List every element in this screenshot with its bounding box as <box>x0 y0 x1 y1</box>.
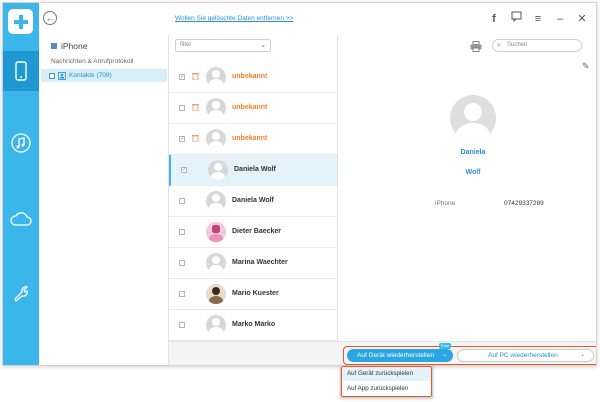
free-badge: Free <box>439 343 452 349</box>
menu-icon[interactable]: ≡ <box>532 12 544 26</box>
topbar: ← Wollen Sie gelöschte Daten entfernen >… <box>39 3 596 35</box>
contact-name: Marina Waechter <box>232 259 288 266</box>
contact-avatar-icon <box>208 160 228 180</box>
contacts-checkbox[interactable] <box>49 72 55 79</box>
sidebar-cloud[interactable] <box>3 199 39 239</box>
contact-name: unbekannt <box>232 73 268 80</box>
phone-label: iPhone <box>435 200 456 207</box>
chevron-down-icon: ⌄ <box>260 42 266 49</box>
row-checkbox[interactable] <box>179 105 185 111</box>
contact-avatar-icon <box>206 284 226 304</box>
contact-list-panel: filter ⌄ ✓ unbekannt unbekannt ✓ unbekannt ✓ D… <box>169 35 337 341</box>
restore-to-pc-button[interactable]: Auf PC wiederherstellen ⌄ <box>457 349 594 362</box>
contact-name: Daniela Wolf <box>232 197 274 204</box>
contact-rows: ✓ unbekannt unbekannt ✓ unbekannt ✓ Daniela Wo… <box>169 62 337 341</box>
row-checkbox[interactable] <box>179 322 185 328</box>
contact-row[interactable]: Daniela Wolf <box>169 186 337 217</box>
contact-name: Dieter Baecker <box>232 228 282 235</box>
tree-section-label: Nachrichten & Anrufprotokoll <box>51 58 134 65</box>
restore-to-device-label: Auf Gerät wiederherstellen <box>357 352 434 359</box>
restore-to-device-button[interactable]: Auf Gerät wiederherstellen ⌄ Free <box>347 343 453 362</box>
row-checkbox[interactable] <box>179 291 185 297</box>
search-input[interactable]: ⌕ Suchen <box>492 39 582 52</box>
contact-row[interactable]: ✓ unbekannt <box>169 124 337 155</box>
sidebar <box>3 3 39 365</box>
chevron-down-icon: ⌄ <box>441 352 447 358</box>
contacts-icon <box>58 71 66 80</box>
contact-avatar-icon <box>206 253 226 273</box>
row-checkbox[interactable]: ✓ <box>179 74 185 80</box>
window-controls: f ≡ – ✕ <box>488 11 588 26</box>
contact-row[interactable]: ✓ Daniela Wolf <box>169 155 337 186</box>
tree-item-label: Kontakte (709) <box>69 72 112 79</box>
sidebar-tools[interactable] <box>3 273 39 313</box>
contact-avatar-icon <box>206 129 226 149</box>
tree-device[interactable]: iPhone <box>51 41 87 51</box>
contact-row[interactable]: Marina Waechter <box>169 248 337 279</box>
filter-dropdown[interactable]: filter ⌄ <box>175 39 271 52</box>
trash-icon <box>192 72 199 82</box>
row-checkbox[interactable] <box>179 229 185 235</box>
app-window: ← Wollen Sie gelöschte Daten entfernen >… <box>2 2 597 366</box>
contact-row[interactable]: ✓ unbekannt <box>169 62 337 93</box>
contact-avatar-icon <box>206 67 226 87</box>
phone-icon <box>15 61 27 81</box>
row-checkbox[interactable] <box>179 198 185 204</box>
feedback-icon[interactable] <box>510 11 522 26</box>
cloud-icon <box>10 212 32 226</box>
minimize-icon[interactable]: – <box>554 12 566 26</box>
contact-avatar-icon <box>206 191 226 211</box>
phone-value: 07429337289 <box>504 200 544 207</box>
contact-row[interactable]: Marko Marko <box>169 310 337 341</box>
contact-last-name: Wolf <box>465 169 481 176</box>
delete-data-link[interactable]: Wollen Sie gelöschte Daten entfernen >> <box>175 15 293 22</box>
arrow-left-icon: ← <box>45 13 55 23</box>
contact-row[interactable]: Mario Kuester <box>169 279 337 310</box>
contact-name: Mario Kuester <box>232 290 279 297</box>
contact-name: Marko Marko <box>232 321 276 328</box>
row-checkbox[interactable] <box>179 260 185 266</box>
trash-icon <box>192 134 199 144</box>
restore-button-group: Auf Gerät wiederherstellen ⌄ Free Auf PC… <box>343 343 596 365</box>
search-icon: ⌕ <box>497 42 501 49</box>
contact-avatar-icon <box>206 315 226 335</box>
action-bar: Auf Gerät wiederherstellen ⌄ Free Auf PC… <box>169 341 596 365</box>
music-icon <box>11 133 31 153</box>
filter-value: filter <box>180 42 192 48</box>
facebook-icon[interactable]: f <box>488 12 500 26</box>
device-checkbox[interactable] <box>51 43 57 49</box>
chevron-down-icon: ⌄ <box>579 352 585 358</box>
contact-row[interactable]: unbekannt <box>169 93 337 124</box>
logo-plus-icon <box>8 9 33 34</box>
close-icon[interactable]: ✕ <box>576 12 588 26</box>
restore-to-pc-label: Auf PC wiederherstellen <box>488 352 558 359</box>
contact-detail-panel: ⌕ Suchen ✎ Daniela Wolf iPhone 074293372… <box>337 35 596 341</box>
contact-row[interactable]: Dieter Baecker <box>169 217 337 248</box>
wrench-icon <box>14 286 29 302</box>
dropdown-highlight <box>341 366 432 397</box>
contact-name: Daniela Wolf <box>234 166 276 173</box>
contact-name: unbekannt <box>232 104 268 111</box>
row-checkbox[interactable]: ✓ <box>179 136 185 142</box>
sidebar-music[interactable] <box>3 123 39 163</box>
tree-item-contacts[interactable]: Kontakte (709) <box>41 69 167 82</box>
back-button[interactable]: ← <box>43 11 57 25</box>
row-checkbox[interactable]: ✓ <box>181 167 187 173</box>
restore-dropdown-menu: Auf Gerät zurückspielen Auf App zurücksp… <box>340 365 433 398</box>
trash-icon <box>192 103 199 113</box>
contact-avatar <box>450 95 496 141</box>
contact-avatar-icon <box>206 98 226 118</box>
search-placeholder: Suchen <box>507 42 528 48</box>
contact-first-name: Daniela <box>460 149 486 156</box>
contact-avatar-icon <box>206 222 226 242</box>
edit-icon[interactable]: ✎ <box>582 61 590 72</box>
category-tree: iPhone Nachrichten & Anrufprotokoll Kont… <box>39 35 169 365</box>
contact-name: unbekannt <box>232 135 268 142</box>
printer-icon[interactable] <box>470 41 482 55</box>
device-name: iPhone <box>61 41 88 51</box>
sidebar-phone[interactable] <box>3 51 39 91</box>
